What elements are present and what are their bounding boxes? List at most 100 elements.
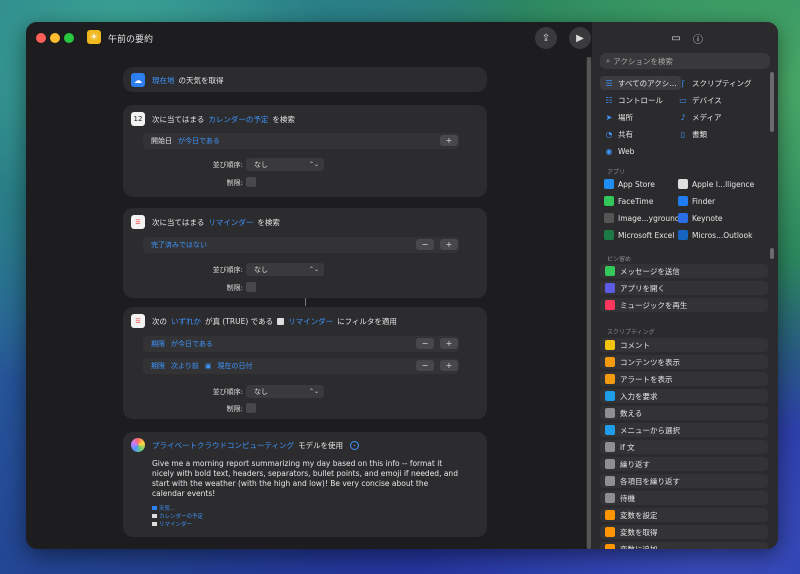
model-token[interactable]: プライベートクラウドコンピューティング [152,440,294,451]
action-prefix: 次に当てはまる [152,114,205,124]
filter-row[interactable]: 完了済みではない [143,237,459,253]
app-item[interactable]: Keynote [678,211,723,225]
category-1[interactable]: ʃ スクリプティング [678,76,752,90]
minimize-button[interactable] [50,33,60,43]
action-icon [605,300,615,310]
get-weather-action[interactable]: ☁ 現在地 の天気を取得 [123,67,487,92]
close-button[interactable] [36,33,46,43]
editor-pane: ☀ 午前の要約 ⇪ ▶ ☁ 現在地 の天気を取得 12 次に当てはまる カレンダ… [26,22,592,549]
share-icon: ⇪ [541,32,551,44]
filter-condition[interactable]: が今日である [178,136,220,146]
add-filter-button[interactable]: + [440,239,458,250]
app-item[interactable]: Apple I...lligence [678,177,754,191]
filter-field[interactable]: 開始日 [151,136,172,146]
category-0[interactable]: ☰ すべてのアクシ… [600,76,681,90]
app-item[interactable]: App Store [604,177,655,191]
location-token[interactable]: 現在地 [152,75,175,86]
library-button[interactable]: ▭ [665,27,687,49]
sort-select[interactable]: なし ⌃⌄ [246,385,324,398]
category-2[interactable]: ☷ コントロール [604,93,663,107]
action-item[interactable]: 入力を要求 [600,389,768,403]
remove-filter-button[interactable]: − [416,360,434,371]
apps-section-title: アプリ [607,169,626,176]
add-filter-button[interactable]: + [440,135,458,146]
action-item[interactable]: 各項目を繰り返す [600,474,768,488]
any-token[interactable]: いずれか [171,316,201,327]
action-item[interactable]: 変数を取得 [600,525,768,539]
category-6[interactable]: ◔ 共有 [604,127,634,141]
limit-checkbox[interactable] [246,282,256,292]
add-filter-button[interactable]: + [440,338,458,349]
app-item[interactable]: Image...yground [604,211,680,225]
action-item[interactable]: if 文 [600,440,768,454]
calendar-icon [152,514,157,518]
sort-select[interactable]: なし ⌃⌄ [246,158,324,171]
editor-scrollbar[interactable] [587,57,591,549]
prompt-text[interactable]: Give me a morning report summarizing my … [152,459,462,499]
run-button[interactable]: ▶ [569,27,591,49]
attachment-reminders[interactable]: リマインダー [152,521,203,529]
attachment-calendar[interactable]: カレンダーの予定 [152,513,203,521]
action-icon [605,442,615,452]
category-label: 書類 [692,129,707,139]
zoom-button[interactable] [64,33,74,43]
action-item[interactable]: ミュージックを再生 [600,298,768,312]
action-label: if 文 [620,442,635,452]
filter-condition[interactable]: 次より前 [171,361,199,371]
add-filter-button[interactable]: + [440,360,458,371]
action-item[interactable]: 繰り返す [600,457,768,471]
action-label: アラートを表示 [620,374,673,384]
category-4[interactable]: ➤ 場所 [604,110,633,124]
info-button[interactable]: ⓘ [687,27,709,49]
action-item[interactable]: コメント [600,338,768,352]
filter-row-1[interactable]: 期限 が今日である [143,336,459,352]
filter-row[interactable]: 開始日 が今日である [143,133,459,149]
filter-reminders-action[interactable]: ☰ 次の いずれか が真 (TRUE) である リマインダー にフィルタを適用 … [123,307,487,419]
use-model-action[interactable]: プライベートクラウドコンピューティング モデルを使用 ⌄ Give me a m… [123,432,487,537]
action-item[interactable]: メッセージを送信 [600,264,768,278]
action-item[interactable]: 変数を設定 [600,508,768,522]
category-label: Web [618,146,635,156]
compass-icon: ◉ [605,146,613,156]
chevron-down-icon[interactable]: ⌄ [350,440,360,450]
sidebar-scrollbar[interactable] [770,72,774,132]
filter-row-2[interactable]: 期限 次より前 ▣ 現在の日付 [143,358,459,374]
share-button[interactable]: ⇪ [535,27,557,49]
action-item[interactable]: 待機 [600,491,768,505]
filter-condition[interactable]: 完了済みではない [151,240,207,250]
find-calendar-events-action[interactable]: 12 次に当てはまる カレンダーの予定 を検索 開始日 が今日である + 並び順… [123,105,487,197]
action-item[interactable]: 数える [600,406,768,420]
calendar-token[interactable]: カレンダーの予定 [208,114,268,125]
app-item[interactable]: FaceTime [604,194,653,208]
filter-field[interactable]: 期限 [151,361,165,371]
app-item[interactable]: Microsoft Excel [604,228,674,242]
action-item[interactable]: アラートを表示 [600,372,768,386]
reminders-token[interactable]: リマインダー [288,316,333,327]
category-3[interactable]: ▭ デバイス [678,93,722,107]
filter-condition[interactable]: が今日である [171,339,213,349]
app-item[interactable]: Finder [678,194,715,208]
remove-filter-button[interactable]: − [416,338,434,349]
limit-checkbox[interactable] [246,177,256,187]
filter-value[interactable]: 現在の日付 [218,361,253,371]
action-item[interactable]: 変数に追加 [600,542,768,549]
limit-checkbox[interactable] [246,403,256,413]
action-item[interactable]: メニューから選択 [600,423,768,437]
app-item[interactable]: Micros...Outlook [678,228,752,242]
attachment-weather[interactable]: 天気... [152,505,203,513]
action-item[interactable]: コンテンツを表示 [600,355,768,369]
sort-label: 並び順序: [212,266,243,274]
action-item[interactable]: アプリを開く [600,281,768,295]
category-5[interactable]: ♪ メディア [678,110,721,124]
find-reminders-action[interactable]: ☰ 次に当てはまる リマインダー を検索 完了済みではない − + 並び順序: … [123,208,487,298]
filter-field[interactable]: 期限 [151,339,165,349]
action-label: 各項目を繰り返す [620,476,680,486]
remove-filter-button[interactable]: − [416,239,434,250]
sort-select[interactable]: なし ⌃⌄ [246,263,324,276]
search-input[interactable]: ⌕ アクションを検索 [600,53,770,69]
category-8[interactable]: ◉ Web [604,144,635,158]
app-icon [604,179,614,189]
sidebar-scrollbar-lower[interactable] [770,248,774,259]
category-7[interactable]: ▯ 書類 [678,127,707,141]
reminders-token[interactable]: リマインダー [208,217,253,228]
